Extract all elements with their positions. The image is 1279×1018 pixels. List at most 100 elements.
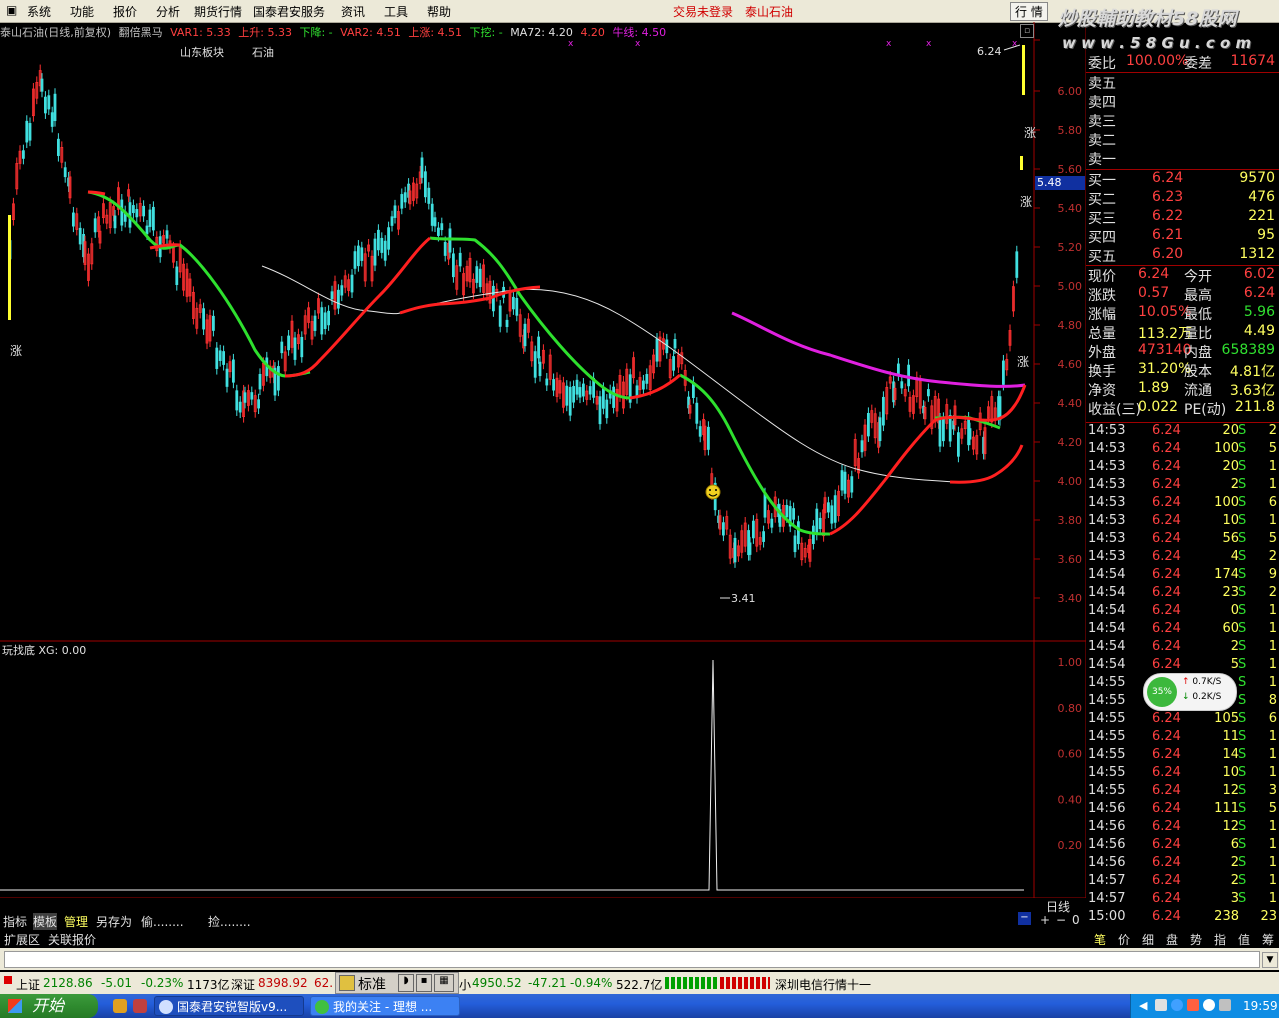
tray-icon[interactable] [1171, 999, 1183, 1011]
menu-system[interactable]: 系统 [27, 3, 51, 20]
formula-name[interactable]: 翻倍黑马 [119, 26, 163, 39]
quote-tab[interactable]: 势 [1190, 931, 1202, 948]
tick-n: 1 [1268, 837, 1277, 852]
quote-tab[interactable]: 笔 [1094, 931, 1106, 948]
moon-icon[interactable]: ◗ [398, 974, 414, 992]
quicklaunch-icon[interactable] [113, 999, 127, 1013]
tab-manage[interactable]: 管理 [64, 913, 88, 930]
tab-custom-2[interactable]: 捡........ [208, 913, 251, 930]
quicklaunch-icon[interactable] [133, 999, 147, 1013]
softkeyboard-icon[interactable]: ▦ [434, 974, 454, 992]
menu-quote[interactable]: 报价 [113, 3, 137, 20]
keyboard-icon[interactable]: ▪ [416, 974, 432, 992]
candle-body [250, 392, 254, 400]
standard-mode-button[interactable]: 标准 [358, 974, 386, 994]
tab-extension[interactable]: 扩展区 [4, 931, 40, 948]
network-speed-widget[interactable]: 35% ↑ 0.7K/S ↓ 0.2K/S [1143, 673, 1237, 711]
xg-indicator-line [0, 659, 1024, 891]
tray-icon[interactable] [1203, 999, 1215, 1011]
sh-label[interactable]: 上证 [16, 976, 40, 993]
collapse-button[interactable]: − [1018, 912, 1031, 925]
tray-icon[interactable] [1187, 999, 1199, 1011]
candle-body [793, 535, 797, 553]
tab-custom-1[interactable]: 偷........ [141, 913, 184, 930]
tick-t: 14:57 [1088, 891, 1126, 906]
candle-body [673, 339, 677, 349]
y-tick-label: 5.00 [1058, 280, 1083, 293]
restore-chart-button[interactable]: ▫ [1020, 24, 1034, 38]
sz-label[interactable]: 深证 [231, 976, 255, 993]
quote-tab[interactable]: 价 [1118, 931, 1130, 948]
clock[interactable]: 19:59 [1243, 999, 1278, 1013]
tick-p: 6.24 [1152, 495, 1181, 510]
zoom-out-button[interactable]: − [1056, 913, 1066, 927]
tick-s: S [1238, 891, 1247, 906]
stat-value: 5.96 [1243, 304, 1275, 320]
menu-news[interactable]: 资讯 [341, 3, 365, 20]
server-name[interactable]: 深圳电信行情十一 [775, 976, 871, 993]
tick-row: 15:00 6.24 238 23 [1088, 909, 1277, 927]
trade-login-status[interactable]: 交易未登录 [673, 3, 733, 20]
marker-x: x [926, 39, 932, 49]
tick-t: 14:54 [1088, 585, 1126, 600]
quote-tab[interactable]: 筹 [1262, 931, 1274, 948]
quote-button[interactable]: 行 情 [1010, 2, 1048, 21]
info-input[interactable] [4, 951, 1260, 968]
watermark-url: w w w . 5 8 G u . c o m [1062, 34, 1252, 52]
quote-tab[interactable]: 指 [1214, 931, 1226, 948]
tick-v: 14 [1222, 747, 1239, 762]
industry-label[interactable]: 石油 [252, 44, 274, 60]
menu-broker-service[interactable]: 国泰君安服务 [253, 3, 325, 20]
quote-tab[interactable]: 盘 [1166, 931, 1178, 948]
taskbar-app-broker[interactable]: 国泰君安锐智版v9... [154, 996, 304, 1016]
quote-tab[interactable]: 值 [1238, 931, 1250, 948]
tab-template[interactable]: 模板 [33, 913, 58, 930]
tick-n: 1 [1268, 513, 1277, 528]
start-button[interactable]: 开始 [0, 994, 98, 1018]
small-cap-label[interactable]: 小 [459, 976, 471, 993]
candle-body [300, 336, 304, 358]
taskbar-app-favorites[interactable]: 我的关注 - 理想 ... [310, 996, 460, 1016]
candle-body [582, 383, 585, 397]
tab-save-as[interactable]: 另存为 [96, 913, 132, 930]
var-line-red [87, 190, 1027, 536]
bid-volume: 476 [1248, 189, 1275, 205]
volume-icon[interactable] [1219, 999, 1231, 1011]
quote-row: 委比 100.00% 委差 11674 [1088, 53, 1277, 72]
zoom-in-button[interactable]: + [1040, 913, 1050, 927]
candle-body [998, 396, 1002, 421]
tick-s: S [1238, 423, 1247, 438]
candle-body [707, 426, 710, 450]
tick-n: 1 [1268, 819, 1277, 834]
tick-t: 14:53 [1088, 531, 1126, 546]
app-icon[interactable]: ▣ [6, 3, 17, 17]
menu-function[interactable]: 功能 [70, 3, 94, 20]
tick-p: 6.24 [1152, 513, 1181, 528]
menu-analysis[interactable]: 分析 [156, 3, 180, 20]
scroll-down-icon[interactable]: ▼ [1262, 952, 1278, 968]
tab-indicator[interactable]: 指标 [3, 913, 27, 930]
candle-body [733, 537, 737, 563]
menu-help[interactable]: 帮助 [427, 3, 451, 20]
tray-icon[interactable]: ◀ [1139, 999, 1147, 1012]
candle-body [276, 366, 280, 391]
candle-body [538, 361, 542, 377]
kline-chart[interactable]: x x x x x 涨 涨 涨 涨 6.24 3.41 6.005.805.60… [0, 22, 1086, 898]
tick-n: 1 [1268, 747, 1277, 762]
candle-body [545, 378, 549, 386]
sector-label[interactable]: 山东板块 [180, 44, 224, 60]
tick-t: 14:56 [1088, 837, 1126, 852]
watermark-logo: 炒股輔助教材58股网 [1058, 8, 1237, 30]
candle-body [433, 217, 437, 227]
avatar-icon[interactable] [339, 975, 355, 991]
tab-related-quote[interactable]: 关联报价 [48, 931, 96, 948]
ask-level-label: 卖五 [1088, 76, 1116, 92]
zoom-reset-button[interactable]: 0 [1072, 913, 1080, 927]
zhang-marker: 涨 [1017, 354, 1029, 369]
tray-icon[interactable] [1155, 999, 1167, 1011]
tick-row: 14:53 6.24 100 S 5 [1088, 441, 1277, 459]
tick-s: S [1238, 819, 1247, 834]
menu-tools[interactable]: 工具 [384, 3, 408, 20]
menu-futures[interactable]: 期货行情 [194, 3, 242, 20]
quote-tab[interactable]: 细 [1142, 931, 1154, 948]
